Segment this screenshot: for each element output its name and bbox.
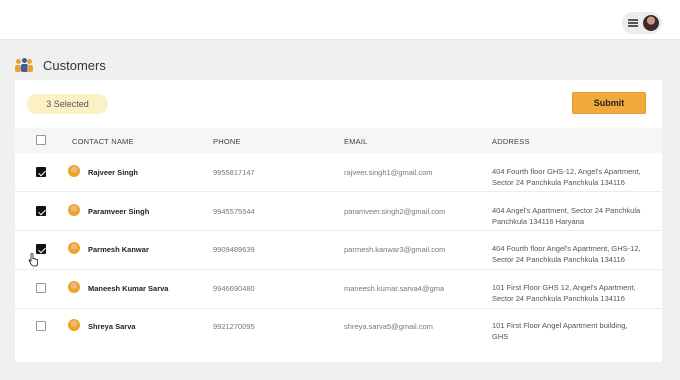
contact-phone: 9921270095 xyxy=(213,322,255,331)
column-header-phone: PHONE xyxy=(213,137,241,146)
row-checkbox[interactable] xyxy=(36,321,46,331)
contact-name: Paramveer Singh xyxy=(88,207,150,216)
account-menu-button[interactable] xyxy=(622,12,662,34)
column-header-name: CONTACT NAME xyxy=(72,137,134,146)
contact-address: 101 First Floor Angel Apartment building… xyxy=(492,321,628,341)
hand-pointer-icon xyxy=(28,253,38,267)
select-all-checkbox[interactable] xyxy=(36,135,46,145)
top-bar xyxy=(0,0,680,40)
customers-card: 3 Selected Submit CONTACT NAME PHONE EMA… xyxy=(15,80,662,362)
contact-name: Maneesh Kumar Sarva xyxy=(88,284,169,293)
page-header: Customers xyxy=(15,56,106,74)
contact-email: shreya.sarva5@gmail.com xyxy=(344,322,433,331)
table-header: CONTACT NAME PHONE EMAIL ADDRESS xyxy=(15,128,662,153)
contact-phone: 9946690480 xyxy=(213,284,255,293)
row-checkbox[interactable] xyxy=(36,283,46,293)
contact-avatar-icon xyxy=(68,242,80,254)
user-avatar-icon xyxy=(643,15,659,31)
page-title: Customers xyxy=(43,57,106,73)
contact-name: Shreya Sarva xyxy=(88,322,136,331)
table-row[interactable]: Rajveer Singh 9955817147 rajveer.singh1@… xyxy=(15,153,662,192)
contact-email: parmesh.kanwar3@gmail.com xyxy=(344,245,446,254)
column-header-email: EMAIL xyxy=(344,137,368,146)
row-checkbox[interactable] xyxy=(36,206,46,216)
contact-address: 404 Angel's Apartment, Sector 24 Panchku… xyxy=(492,206,641,226)
column-header-address: ADDRESS xyxy=(492,137,530,146)
submit-button[interactable]: Submit xyxy=(572,92,646,114)
contact-email: paramveer.singh2@gmail.com xyxy=(344,207,446,216)
contact-name: Parmesh Kanwar xyxy=(88,245,149,254)
contact-address: 404 Fourth floor Angel's Apartment, GHS-… xyxy=(492,244,641,264)
contact-email: maneesh.kumar.sarva4@gmail.com xyxy=(344,284,444,293)
row-checkbox[interactable] xyxy=(36,167,46,177)
selected-count-badge: 3 Selected xyxy=(27,94,108,114)
table-row[interactable]: Shreya Sarva 9921270095 shreya.sarva5@gm… xyxy=(15,309,662,348)
hamburger-icon xyxy=(628,19,638,27)
contact-phone: 9955817147 xyxy=(213,168,255,177)
contact-address: 101 First Floor GHS 12, Angel's Apartmen… xyxy=(492,283,636,303)
table-row[interactable]: Paramveer Singh 9945575544 paramveer.sin… xyxy=(15,192,662,231)
contact-avatar-icon xyxy=(68,281,80,293)
contact-avatar-icon xyxy=(68,204,80,216)
people-icon xyxy=(15,58,33,72)
table-row[interactable]: Maneesh Kumar Sarva 9946690480 maneesh.k… xyxy=(15,270,662,309)
contact-name: Rajveer Singh xyxy=(88,168,139,177)
contact-avatar-icon xyxy=(68,165,80,177)
contact-phone: 9909489639 xyxy=(213,245,255,254)
contact-address: 404 Fourth floor GHS-12, Angel's Apartme… xyxy=(492,167,641,187)
contact-avatar-icon xyxy=(68,319,80,331)
contact-email: rajveer.singh1@gmail.com xyxy=(344,168,433,177)
contact-phone: 9945575544 xyxy=(213,207,255,216)
table-row[interactable]: Parmesh Kanwar 9909489639 parmesh.kanwar… xyxy=(15,231,662,270)
